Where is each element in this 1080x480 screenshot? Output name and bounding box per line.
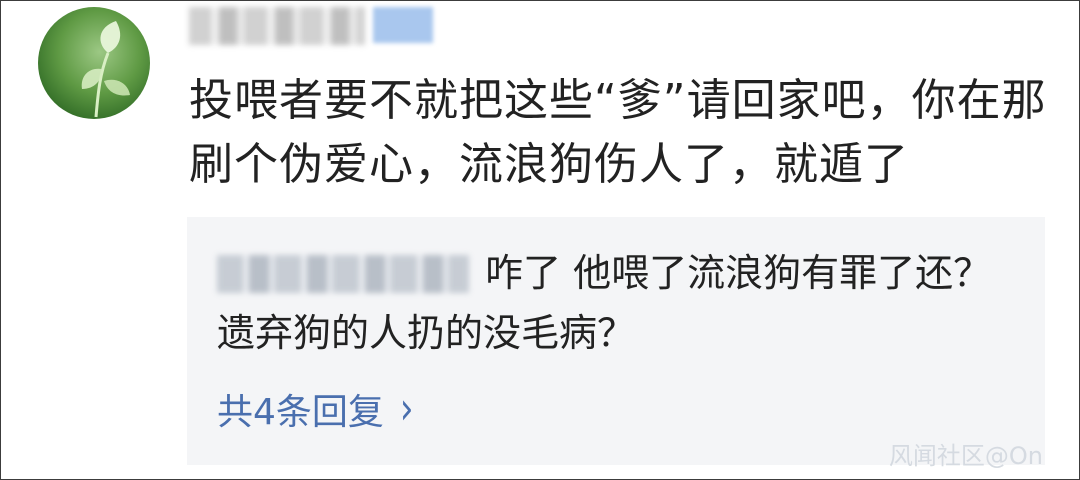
chevron-right-icon: ›: [399, 383, 414, 435]
reply-text: 咋了 他喂了流浪狗有罪了还？遗弃狗的人扔的没毛病？: [217, 251, 992, 355]
user-avatar[interactable]: [38, 7, 150, 119]
view-replies-link[interactable]: 共4条回复 ›: [217, 381, 414, 437]
reply-preview[interactable]: 咋了 他喂了流浪狗有罪了还？遗弃狗的人扔的没毛病？ 共4条回复 ›: [187, 217, 1045, 465]
comment-card: 投喂者要不就把这些“爹”请回家吧，你在那刷个伪爱心，流浪狗伤人了，就遁了 咋了 …: [0, 0, 1080, 480]
reply-count-label: 共4条回复: [217, 392, 384, 433]
comment-text: 投喂者要不就把这些“爹”请回家吧，你在那刷个伪爱心，流浪狗伤人了，就遁了: [189, 75, 1047, 190]
watermark: 风闻社区@On: [888, 442, 1043, 470]
blurred-username: [189, 7, 365, 45]
leaf-avatar-icon: [81, 21, 130, 118]
blurred-user-badge: [373, 7, 433, 43]
